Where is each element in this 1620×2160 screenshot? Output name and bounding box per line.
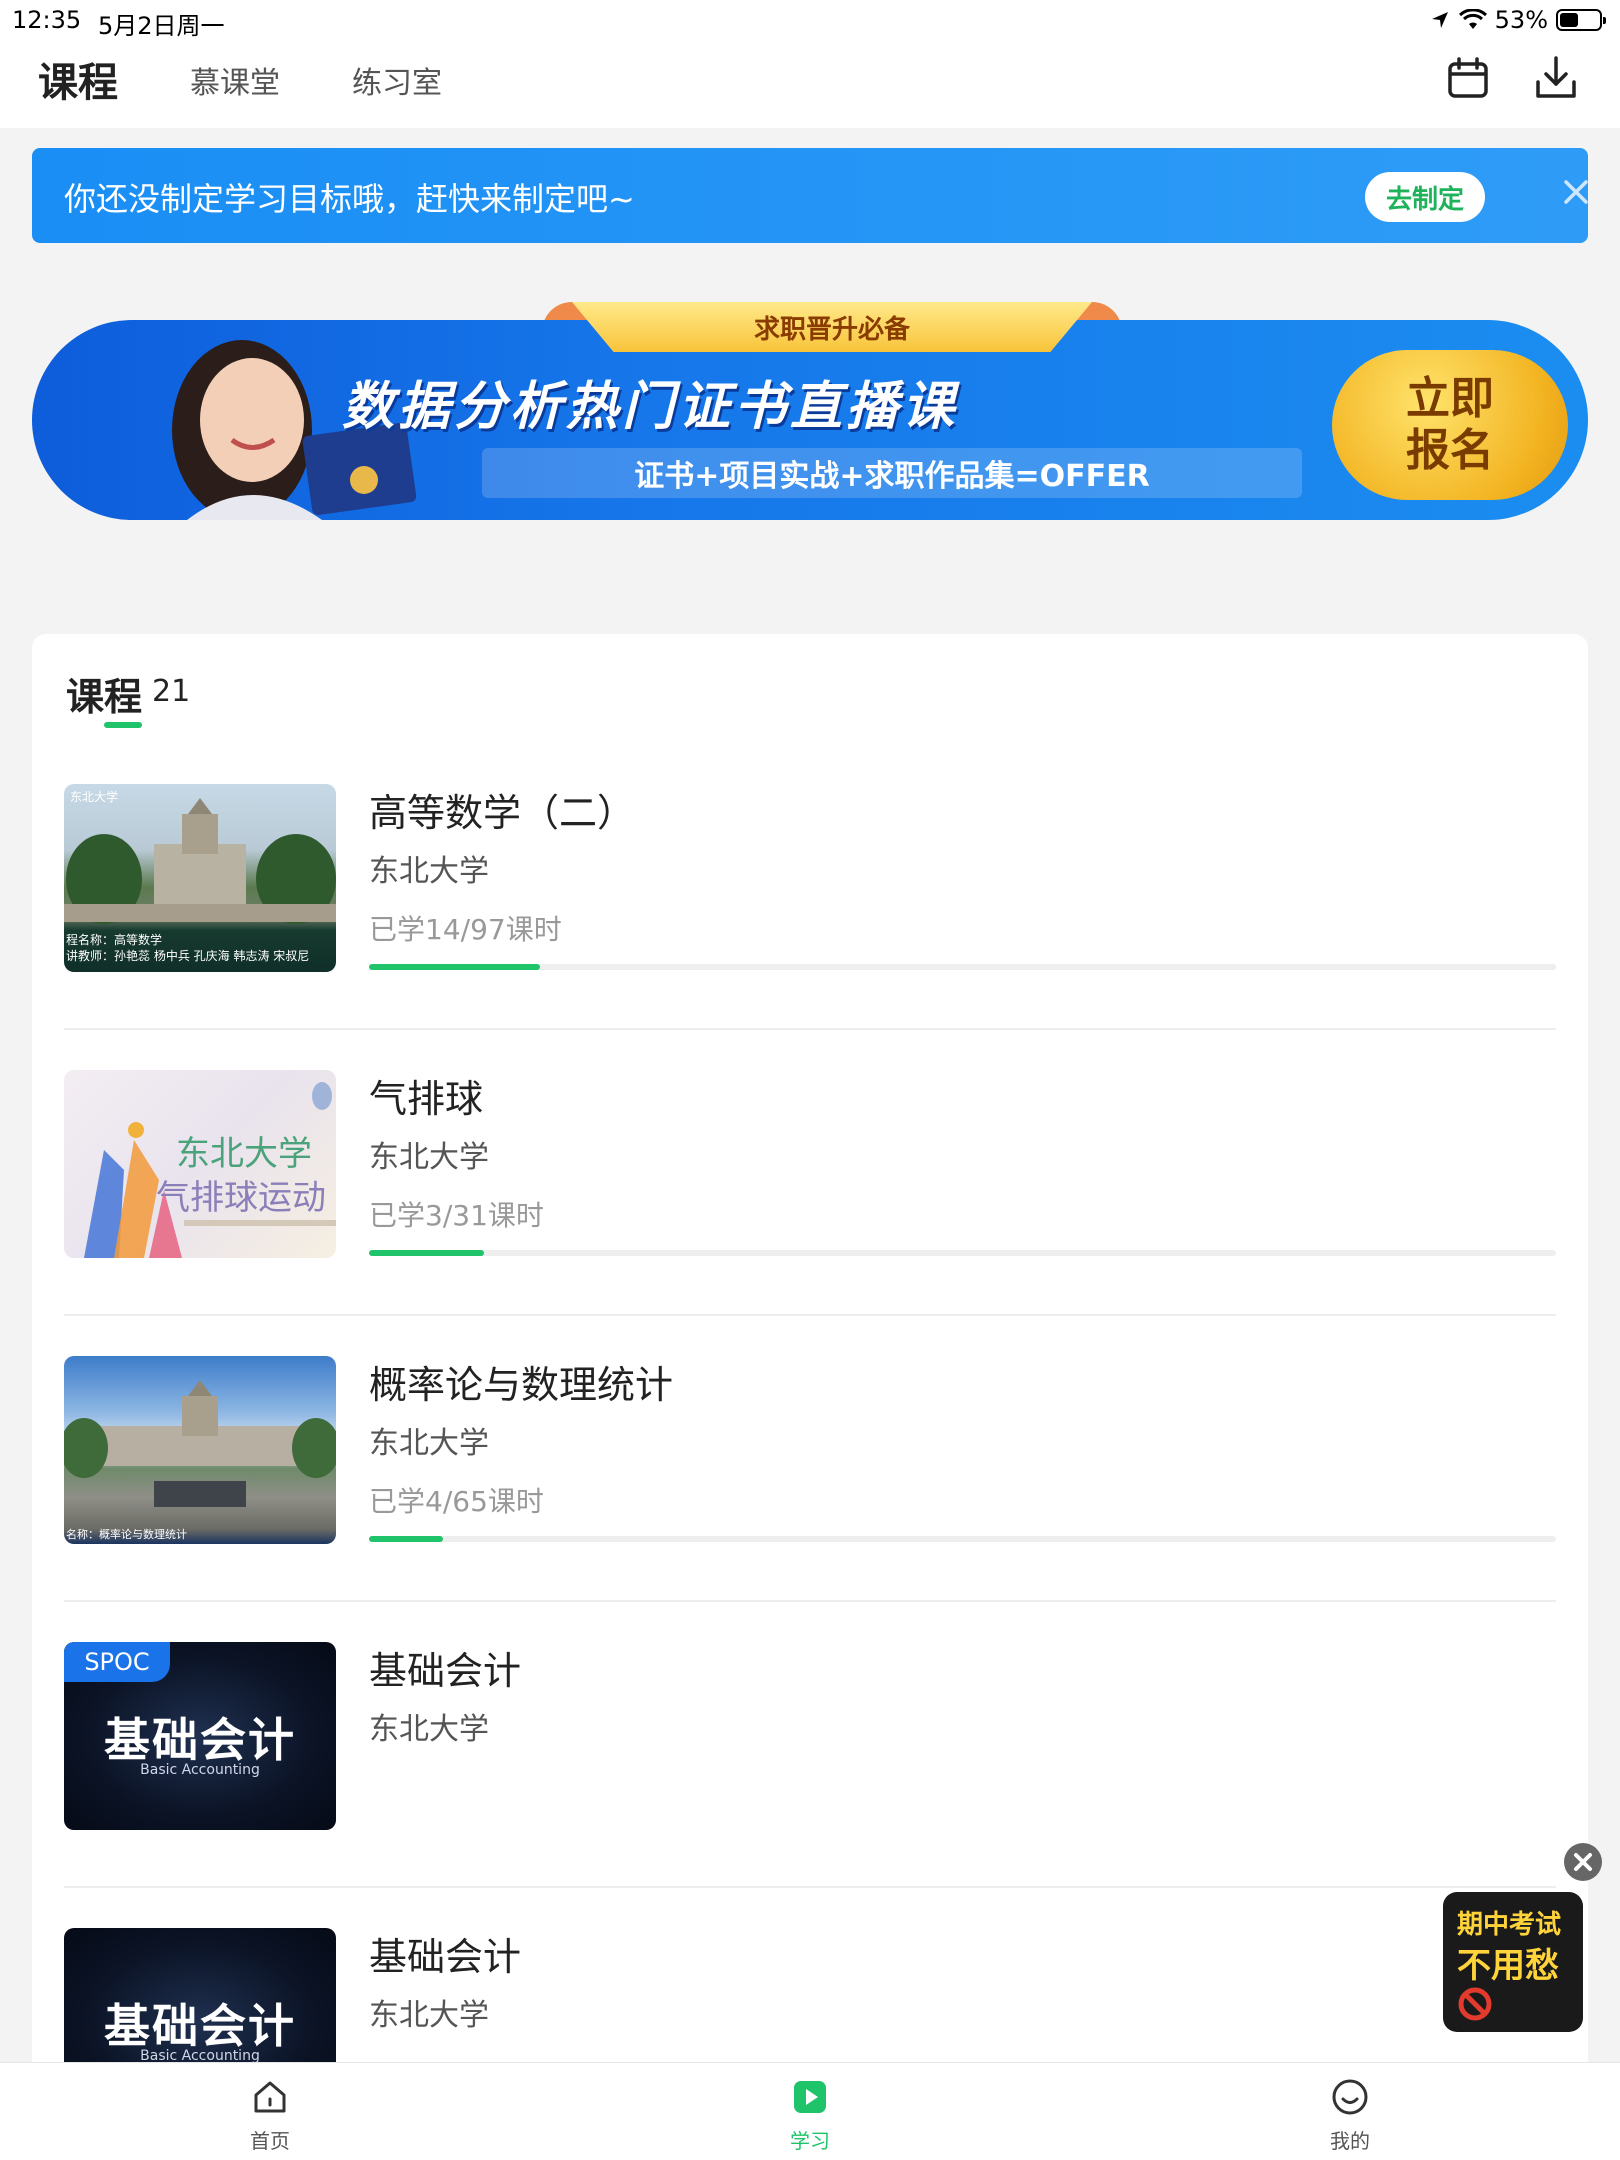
battery-fill: [1560, 13, 1579, 27]
thumb-title-line: 东北大学: [176, 1134, 312, 1174]
thumb-logo-text: 东北大学: [70, 790, 119, 804]
course-thumbnail: 东北大学 气排球运动: [64, 1070, 336, 1258]
thumb-subtitle: Basic Accounting: [140, 1762, 260, 1778]
download-icon[interactable]: [1532, 54, 1580, 102]
thumb-caption: 程名称：高等数学讲教师：孙艳蕊 杨中兵 孔庆海 韩志涛 宋叔尼: [64, 932, 309, 964]
status-indicators: 53%: [1429, 4, 1606, 36]
spoc-badge: SPOC: [64, 1642, 170, 1682]
tab-mooc-classroom[interactable]: 慕课堂: [190, 58, 280, 102]
play-icon: [794, 2081, 826, 2113]
course-title: 气排球: [369, 1077, 484, 1121]
thumb-title: 基础会计: [104, 1713, 296, 1767]
promo-tag: 求职晋升必备: [572, 302, 1092, 352]
course-school: 东北大学: [369, 1712, 489, 1747]
course-school: 东北大学: [369, 1140, 489, 1175]
promo-banner[interactable]: 数据分析热门证书直播课 证书+项目实战+求职作品集=OFFER 立即 报名 求职…: [32, 298, 1588, 522]
nav-me[interactable]: 我的: [1250, 2063, 1450, 2160]
home-icon: [254, 2081, 286, 2113]
location-icon: [1431, 12, 1448, 28]
close-icon[interactable]: [1558, 174, 1594, 210]
course-item[interactable]: 程名称：高等数学讲教师：孙艳蕊 杨中兵 孔庆海 韩志涛 宋叔尼 东北大学 高等数…: [64, 744, 1556, 1030]
thumb-caption-line: 程名称：高等数学: [66, 933, 163, 947]
course-thumbnail: SPOC 基础会计 Basic Accounting: [64, 1642, 336, 1830]
promo-signup-button[interactable]: 立即 报名: [1332, 350, 1568, 500]
float-ad-line2: 不用愁: [1457, 1946, 1559, 1986]
progress-bar: [369, 964, 1556, 970]
tab-courses[interactable]: 课程: [38, 50, 118, 108]
progress-bar-fill: [369, 1250, 485, 1256]
course-item[interactable]: 东北大学 气排球运动 气排球 东北大学 已学3/31课时: [64, 1030, 1556, 1316]
status-bar: 12:35 5月2日周一 53%: [0, 0, 1620, 40]
course-school: 东北大学: [369, 1998, 489, 2033]
tab-practice-room[interactable]: 练习室: [352, 58, 442, 102]
study-goal-banner: 你还没制定学习目标哦，赶快来制定吧~ 去制定: [32, 148, 1588, 243]
promo-title: 数据分析热门证书直播课: [342, 377, 959, 437]
course-title: 概率论与数理统计: [369, 1363, 674, 1407]
course-item[interactable]: 名称：概率论与数理统计 概率论与数理统计 东北大学 已学4/65课时: [64, 1316, 1556, 1602]
profile-icon: [1332, 2079, 1368, 2115]
campus-building-image: [64, 1380, 336, 1507]
floating-ad[interactable]: 期中考试 不用愁: [1443, 1892, 1583, 2032]
nav-home-label: 首页: [250, 2129, 290, 2153]
promo-subtitle: 证书+项目实战+求职作品集=OFFER: [482, 448, 1302, 498]
progress-bar-fill: [369, 1536, 443, 1542]
battery-percent: 53%: [1494, 6, 1548, 34]
course-list-card: 课程 21 程名称：高等数学讲教师：孙艳蕊 杨中兵 孔庆海 韩志涛 宋叔尼 东北…: [32, 634, 1588, 2094]
prohibited-icon: [1458, 1987, 1492, 2021]
course-school: 东北大学: [369, 1426, 489, 1461]
set-goal-button[interactable]: 去制定: [1365, 172, 1485, 222]
promo-cta-line1: 立即: [1406, 373, 1494, 424]
progress-bar-fill: [369, 964, 540, 970]
nav-study[interactable]: 学习: [710, 2063, 910, 2160]
close-ad-icon[interactable]: [1563, 1842, 1603, 1882]
course-progress-text: 已学3/31课时: [369, 1199, 544, 1232]
thumb-title-line: 气排球运动: [156, 1178, 326, 1218]
progress-bar: [369, 1250, 1556, 1256]
course-count: 21: [152, 674, 191, 709]
float-ad-line1: 期中考试: [1457, 1910, 1562, 1940]
wifi-icon: [1458, 9, 1487, 29]
promo-cta-line2: 报名: [1406, 425, 1494, 476]
course-school: 东北大学: [369, 854, 489, 889]
course-title: 基础会计: [369, 1649, 522, 1693]
progress-bar: [369, 1536, 1556, 1542]
app-screen: 12:35 5月2日周一 53% 课程 慕课堂 练习室 你还没制定学习目标哦，赶…: [0, 0, 1620, 2160]
nav-home[interactable]: 首页: [170, 2063, 370, 2160]
battery-icon: [1556, 9, 1606, 31]
section-underline: [104, 722, 142, 728]
thumb-title: 基础会计: [104, 1999, 296, 2053]
status-time: 12:35: [12, 6, 82, 34]
bottom-navigation: 首页 学习 我的: [0, 2062, 1620, 2160]
nav-study-label: 学习: [790, 2129, 830, 2153]
calendar-icon[interactable]: [1444, 54, 1492, 102]
course-title: 基础会计: [369, 1935, 522, 1979]
course-thumbnail: 程名称：高等数学讲教师：孙艳蕊 杨中兵 孔庆海 韩志涛 宋叔尼 东北大学: [64, 784, 336, 972]
status-date: 5月2日周一: [98, 12, 225, 40]
thumb-caption-line: 讲教师：孙艳蕊 杨中兵 孔庆海 韩志涛 宋叔尼: [66, 949, 310, 963]
course-section-title: 课程: [66, 675, 143, 719]
course-progress-text: 已学14/97课时: [369, 913, 562, 946]
nav-me-label: 我的: [1330, 2129, 1370, 2153]
top-header: 课程 慕课堂 练习室: [0, 40, 1620, 128]
course-progress-text: 已学4/65课时: [369, 1485, 544, 1518]
course-item[interactable]: SPOC 基础会计 Basic Accounting 基础会计 东北大学: [64, 1602, 1556, 1888]
goal-banner-text: 你还没制定学习目标哦，赶快来制定吧~: [64, 180, 635, 218]
course-title: 高等数学（二）: [369, 791, 636, 835]
course-thumbnail: 名称：概率论与数理统计: [64, 1356, 336, 1544]
thumb-caption: 名称：概率论与数理统计: [66, 1528, 187, 1541]
